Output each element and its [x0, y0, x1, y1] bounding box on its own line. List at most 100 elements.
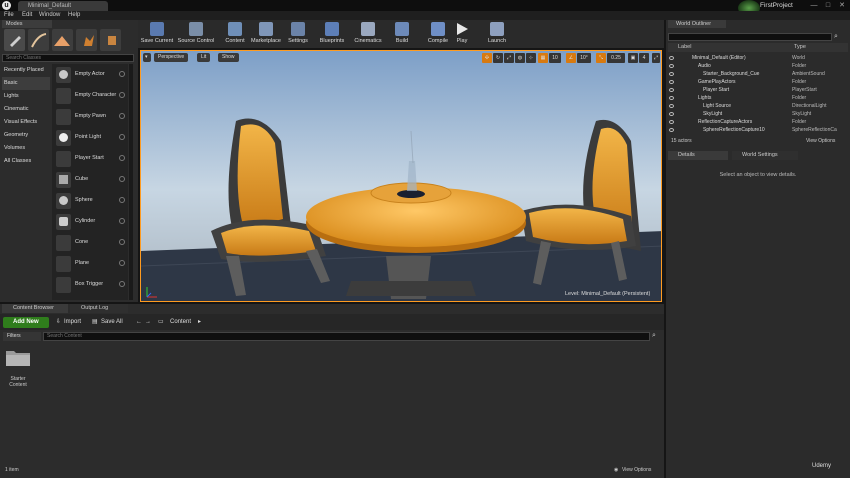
item-cone[interactable]: Cone [54, 233, 128, 253]
outliner-row[interactable]: Minimal_Default (Editor) World [668, 54, 848, 62]
grid-snap-icon[interactable]: ▦ [538, 53, 548, 63]
show-button[interactable]: Show [218, 53, 239, 62]
eye-icon[interactable] [669, 96, 674, 100]
add-new-button[interactable]: Add New [3, 317, 49, 328]
outliner-row[interactable]: Starter_Background_Cue AmbientSound [668, 70, 848, 78]
close-button[interactable]: ✕ [836, 1, 848, 10]
help-icon[interactable] [119, 155, 125, 161]
category-basic[interactable]: Basic [2, 77, 50, 90]
scale-snap-icon[interactable]: ⤡ [596, 53, 606, 63]
modes-tab[interactable]: Modes [2, 20, 52, 28]
outliner-row[interactable]: Player Start PlayerStart [668, 86, 848, 94]
rotation-snap-value[interactable]: 10° [577, 53, 591, 63]
category-all-classes[interactable]: All Classes [2, 155, 50, 168]
outliner-row[interactable]: Audio Folder [668, 62, 848, 70]
item-cube[interactable]: Cube [54, 170, 128, 190]
folder-label[interactable]: Starter Content [2, 376, 34, 388]
viewport-options-button[interactable]: ▾ [143, 53, 151, 62]
transform-rotate-icon[interactable]: ↻ [493, 53, 503, 63]
outliner-row[interactable]: GamePlayActors Folder [668, 78, 848, 86]
label-column-header[interactable]: Label [678, 43, 691, 52]
transform-move-icon[interactable]: ✣ [482, 53, 492, 63]
surface-snap-icon[interactable]: ⊹ [526, 53, 536, 63]
rotation-snap-icon[interactable]: ∠ [566, 53, 576, 63]
search-icon[interactable]: ⌕ [652, 332, 656, 340]
category-volumes[interactable]: Volumes [2, 142, 50, 155]
eye-icon[interactable] [669, 80, 674, 84]
world-space-icon[interactable]: ◍ [515, 53, 525, 63]
item-empty-pawn[interactable]: Empty Pawn [54, 107, 128, 127]
help-icon[interactable] [119, 113, 125, 119]
save-all-icon[interactable]: ▤ [92, 317, 98, 328]
menu-help[interactable]: Help [68, 11, 80, 20]
category-geometry[interactable]: Geometry [2, 129, 50, 142]
scale-snap-value[interactable]: 0.25 [607, 53, 625, 63]
help-icon[interactable] [119, 281, 125, 287]
eye-icon[interactable] [669, 64, 674, 68]
help-icon[interactable] [119, 92, 125, 98]
source-control-button[interactable]: Source Control [176, 20, 216, 48]
import-icon[interactable]: ⇩ [56, 317, 61, 328]
search-icon[interactable]: ⌕ [834, 33, 844, 41]
content-button[interactable]: Content [222, 20, 248, 48]
level-viewport[interactable] [140, 50, 662, 302]
search-classes-input[interactable]: Search Classes [2, 54, 134, 62]
item-box-trigger[interactable]: Box Trigger [54, 275, 128, 295]
eye-icon[interactable] [669, 104, 674, 108]
eye-icon[interactable] [669, 56, 674, 60]
breadcrumb-content[interactable]: Content [170, 317, 191, 328]
type-column-header[interactable]: Type [794, 43, 806, 52]
menu-file[interactable]: File [4, 11, 14, 20]
outliner-search-input[interactable] [668, 33, 832, 41]
perspective-button[interactable]: Perspective [154, 53, 189, 62]
search-content-input[interactable]: Search Content [43, 332, 650, 341]
category-lights[interactable]: Lights [2, 90, 50, 103]
category-visual-effects[interactable]: Visual Effects [2, 116, 50, 129]
chevron-right-icon[interactable]: ▸ [198, 317, 201, 328]
save-all-button[interactable]: Save All [101, 317, 123, 328]
category-recently-placed[interactable]: Recently Placed [2, 64, 50, 77]
level-tab[interactable]: Minimal_Default [18, 1, 108, 11]
help-icon[interactable] [119, 218, 125, 224]
menu-edit[interactable]: Edit [22, 11, 32, 20]
help-icon[interactable] [119, 260, 125, 266]
item-empty-actor[interactable]: Empty Actor [54, 65, 128, 85]
eye-icon[interactable] [669, 128, 674, 132]
outliner-row[interactable]: SkyLight SkyLight [668, 110, 848, 118]
lit-mode-button[interactable]: Lit [197, 53, 211, 62]
help-icon[interactable] [119, 134, 125, 140]
view-options-button[interactable]: View Options [622, 465, 651, 475]
help-icon[interactable] [119, 71, 125, 77]
eye-icon[interactable] [669, 72, 674, 76]
item-plane[interactable]: Plane [54, 254, 128, 274]
help-icon[interactable] [119, 239, 125, 245]
marketplace-button[interactable]: Marketplace [250, 20, 282, 48]
eye-icon[interactable] [669, 88, 674, 92]
compile-button[interactable]: Compile [424, 20, 452, 48]
item-point-light[interactable]: Point Light [54, 128, 128, 148]
camera-speed-value[interactable]: 4 [639, 53, 649, 63]
forward-icon[interactable]: → [145, 317, 151, 328]
eye-icon[interactable] [669, 120, 674, 124]
outliner-row[interactable]: SphereReflectionCapture10 SphereReflectio… [668, 126, 848, 134]
maximize-viewport-icon[interactable]: ⤢ [652, 53, 660, 63]
outliner-row[interactable]: ReflectionCaptureActors Folder [668, 118, 848, 126]
item-empty-character[interactable]: Empty Character [54, 86, 128, 106]
details-tab[interactable]: Details [668, 151, 728, 160]
save-current-button[interactable]: Save Current [140, 20, 174, 48]
view-options-button[interactable]: View Options [806, 136, 835, 146]
settings-button[interactable]: Settings [284, 20, 312, 48]
content-browser-tab[interactable]: Content Browser [2, 304, 68, 313]
blueprints-button[interactable]: Blueprints [316, 20, 348, 48]
camera-speed-icon[interactable]: ▣ [628, 53, 638, 63]
outliner-row[interactable]: Lights Folder [668, 94, 848, 102]
help-icon[interactable] [119, 197, 125, 203]
output-log-tab[interactable]: Output Log [70, 304, 128, 313]
item-player-start[interactable]: Player Start [54, 149, 128, 169]
play-button[interactable]: Play [452, 20, 472, 48]
item-cylinder[interactable]: Cylinder [54, 212, 128, 232]
launch-button[interactable]: Launch [484, 20, 510, 48]
minimize-button[interactable]: — [808, 1, 820, 10]
world-outliner-tab[interactable]: World Outliner [668, 20, 726, 28]
eye-icon[interactable]: ◉ [614, 465, 618, 475]
